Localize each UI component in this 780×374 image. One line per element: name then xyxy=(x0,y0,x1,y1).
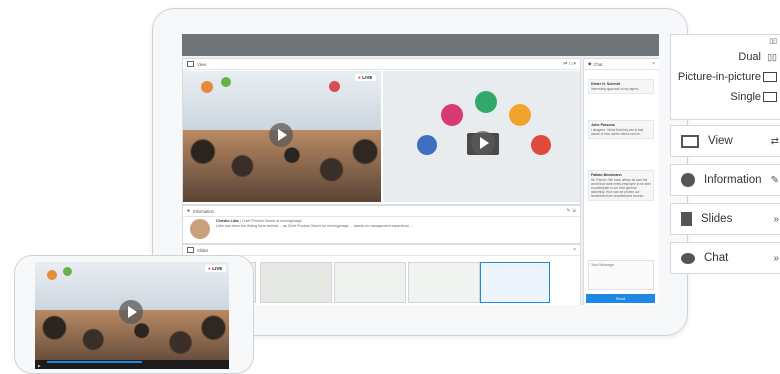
live-badge: LIVE xyxy=(205,265,226,272)
slides-icon xyxy=(187,247,194,253)
layout-option-single[interactable]: Single xyxy=(671,89,780,105)
app-top-bar xyxy=(182,34,659,56)
slide-play-button[interactable] xyxy=(471,131,495,155)
layout-icon: ▯▯ xyxy=(769,38,777,45)
play-icon[interactable]: ▶ xyxy=(38,364,41,368)
layout-menu: ▯▯ Dual ▯▯ Picture-in-picture Single xyxy=(670,34,780,120)
slide-thumbnail[interactable] xyxy=(408,262,480,303)
chat-close-icon[interactable]: × xyxy=(652,61,655,67)
layout-option-picture-in-picture[interactable]: Picture-in-picture xyxy=(671,69,780,85)
chat-message: John Parsons I disagree. I think that th… xyxy=(588,120,654,139)
play-button[interactable] xyxy=(269,123,293,147)
side-menu-item-information[interactable]: Information ✎ xyxy=(670,164,780,196)
slides-close-icon[interactable]: × xyxy=(573,247,576,253)
video-panel: View ⇄ ▭▾ LIVE xyxy=(182,58,581,205)
slide-thumbnail[interactable] xyxy=(334,262,406,303)
side-menu-item-view[interactable]: View ⇄ xyxy=(670,125,780,157)
monitor-icon xyxy=(681,134,699,148)
single-layout-icon xyxy=(763,92,777,102)
chat-icon: ◆ xyxy=(588,61,592,66)
presenter-bio: Lüke has been the driving force behind .… xyxy=(216,223,414,228)
chat-message-input[interactable]: Your Message xyxy=(588,260,654,290)
dual-layout-icon: ▯▯ xyxy=(767,51,777,62)
phone-screen: LIVE ▶ xyxy=(35,262,229,369)
play-button[interactable] xyxy=(119,300,143,324)
panel-controls-icon[interactable]: ⇄ ▭▾ xyxy=(563,61,576,67)
double-chevron-down-icon[interactable]: » xyxy=(773,214,779,225)
information-panel-header: ● Information ✎ ⇲ xyxy=(183,206,580,217)
send-button[interactable]: Send xyxy=(586,294,655,303)
chat-panel-header: ◆ Chat × xyxy=(584,59,659,70)
chat-message: Dieter H. Schmitt Interesting approach t… xyxy=(588,79,654,94)
tablet-screen: View ⇄ ▭▾ LIVE ● Information xyxy=(182,34,659,305)
wrench-icon[interactable]: ✎ xyxy=(771,175,779,186)
chat-panel: ◆ Chat × Dieter H. Schmitt Interesting a… xyxy=(583,58,659,305)
monitor-icon xyxy=(187,61,194,67)
info-icon xyxy=(681,173,695,187)
swap-icon[interactable]: ⇄ xyxy=(771,136,779,147)
info-icon: ● xyxy=(187,208,191,214)
chat-bubble-icon xyxy=(681,252,695,264)
avatar xyxy=(190,219,210,239)
picture-in-picture-icon xyxy=(763,72,777,82)
slide-thumbnail[interactable] xyxy=(260,262,332,303)
side-menu-item-chat[interactable]: Chat » xyxy=(670,242,780,274)
video-panel-header: View ⇄ ▭▾ xyxy=(183,59,580,70)
progress-bar[interactable] xyxy=(47,361,142,363)
slides-panel-header: Slides × xyxy=(183,245,580,256)
presenter-video[interactable]: LIVE xyxy=(183,71,381,202)
document-icon xyxy=(681,212,692,226)
chat-message: Fabian Beckmann Mr. Fischer, We have off… xyxy=(588,170,654,201)
slide-thumbnail-active[interactable] xyxy=(480,262,550,303)
information-panel: ● Information ✎ ⇲ Christin Lüke | Chief … xyxy=(182,205,581,244)
info-controls-icon[interactable]: ✎ ⇲ xyxy=(566,208,576,214)
presenter-role: | Chief Product Owner at movingimage xyxy=(239,219,302,223)
presenter-name: Christin Lüke xyxy=(216,219,239,223)
slide-video[interactable] xyxy=(383,71,580,202)
side-menu-item-slides[interactable]: Slides » xyxy=(670,203,780,235)
live-badge: LIVE xyxy=(355,74,376,81)
phone-video[interactable]: LIVE ▶ xyxy=(35,262,229,369)
double-chevron-right-icon[interactable]: » xyxy=(773,253,779,264)
layout-option-dual[interactable]: Dual ▯▯ xyxy=(671,49,780,65)
